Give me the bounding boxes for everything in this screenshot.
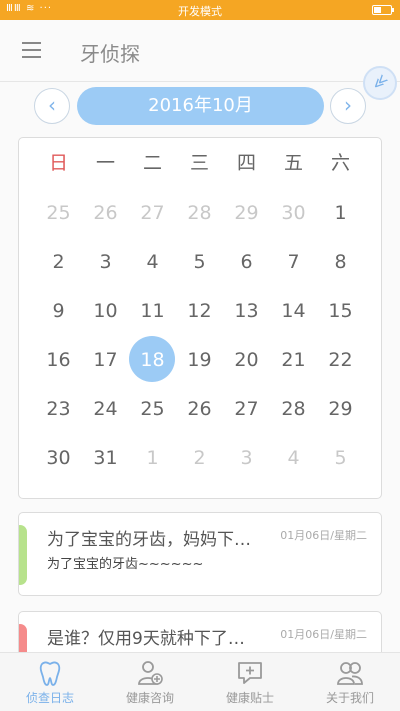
calendar-day[interactable]: 5 xyxy=(317,438,364,478)
note-date: 01月06日/星期二 xyxy=(280,529,367,542)
calendar-day[interactable]: 22 xyxy=(317,340,364,380)
calendar-day[interactable]: 11 xyxy=(129,291,176,331)
status-mode-label: 开发模式 xyxy=(178,5,222,18)
calendar-day[interactable]: 17 xyxy=(82,340,129,380)
menu-icon[interactable] xyxy=(22,42,41,58)
calendar-week: 25 26 27 28 29 30 1 xyxy=(35,193,365,233)
calendar-day[interactable]: 13 xyxy=(223,291,270,331)
calendar-day[interactable]: 31 xyxy=(82,438,129,478)
weekday-label: 四 xyxy=(236,152,256,174)
calendar-week: 16 17 18 19 20 21 22 xyxy=(35,336,365,382)
calendar-day[interactable]: 28 xyxy=(270,389,317,429)
note-title: 为了宝宝的牙齿，妈妈下… xyxy=(47,530,251,550)
calendar-week: 2 3 4 5 6 7 8 xyxy=(35,242,365,282)
calendar-day[interactable]: 4 xyxy=(129,242,176,282)
calendar-day[interactable]: 9 xyxy=(35,291,82,331)
tab-detective-log[interactable]: 侦查日志 xyxy=(0,653,100,711)
prev-month-button[interactable]: ‹ xyxy=(34,88,70,124)
page-title: 牙侦探 xyxy=(80,42,140,66)
chat-plus-icon xyxy=(238,662,262,684)
month-navigator: ‹ 2016年10月 › xyxy=(0,86,400,126)
weekday-header: 日 一 二 三 四 五 六 xyxy=(35,143,365,183)
calendar: 日 一 二 三 四 五 六 25 26 27 28 29 30 1 2 3 4 … xyxy=(18,137,382,499)
calendar-day[interactable]: 2 xyxy=(176,438,223,478)
calendar-day-selected[interactable]: 18 xyxy=(129,336,176,382)
weekday-label: 一 xyxy=(95,152,115,174)
group-icon xyxy=(337,662,363,685)
note-date: 01月06日/星期二 xyxy=(280,628,367,641)
weekday-label: 六 xyxy=(330,152,350,174)
calendar-day[interactable]: 5 xyxy=(176,242,223,282)
calendar-day[interactable]: 12 xyxy=(176,291,223,331)
calendar-day[interactable]: 30 xyxy=(35,438,82,478)
note-title: 是谁？仅用9天就种下了… xyxy=(47,629,245,649)
note-card[interactable]: 为了宝宝的牙齿，妈妈下… 01月06日/星期二 为了宝宝的牙齿~~~~~~ xyxy=(18,512,382,596)
next-month-button[interactable]: › xyxy=(330,88,366,124)
weekday-label: 日 xyxy=(48,152,68,174)
calendar-day[interactable]: 2 xyxy=(35,242,82,282)
calendar-week: 9 10 11 12 13 14 15 xyxy=(35,291,365,331)
calendar-day[interactable]: 16 xyxy=(35,340,82,380)
calendar-day[interactable]: 6 xyxy=(223,242,270,282)
calendar-day[interactable]: 25 xyxy=(129,389,176,429)
calendar-day[interactable]: 27 xyxy=(129,193,176,233)
weekday-label: 三 xyxy=(189,152,209,174)
weekday-label: 二 xyxy=(142,152,162,174)
calendar-day[interactable]: 26 xyxy=(176,389,223,429)
calendar-day[interactable]: 21 xyxy=(270,340,317,380)
calendar-day[interactable]: 4 xyxy=(270,438,317,478)
calendar-day[interactable]: 3 xyxy=(223,438,270,478)
calendar-week: 23 24 25 26 27 28 29 xyxy=(35,389,365,429)
tab-health-consult[interactable]: 健康咨询 xyxy=(100,653,200,711)
calendar-day[interactable]: 7 xyxy=(270,242,317,282)
calendar-day[interactable]: 25 xyxy=(35,193,82,233)
calendar-day[interactable]: 23 xyxy=(35,389,82,429)
calendar-day[interactable]: 24 xyxy=(82,389,129,429)
calendar-day[interactable]: 27 xyxy=(223,389,270,429)
bottom-tab-bar: 侦查日志 健康咨询 健康贴士 关于我们 xyxy=(0,652,400,711)
calendar-day[interactable]: 26 xyxy=(82,193,129,233)
tab-health-tips[interactable]: 健康贴士 xyxy=(200,653,300,711)
calendar-day[interactable]: 28 xyxy=(176,193,223,233)
calendar-day[interactable]: 3 xyxy=(82,242,129,282)
calendar-day[interactable]: 19 xyxy=(176,340,223,380)
current-month-label[interactable]: 2016年10月 xyxy=(77,87,324,125)
calendar-day[interactable]: 20 xyxy=(223,340,270,380)
calendar-day[interactable]: 10 xyxy=(82,291,129,331)
tab-label: 侦查日志 xyxy=(25,691,74,705)
calendar-day[interactable]: 29 xyxy=(223,193,270,233)
note-accent-stripe xyxy=(19,525,27,585)
calendar-week: 30 31 1 2 3 4 5 xyxy=(35,438,365,478)
calendar-day[interactable]: 14 xyxy=(270,291,317,331)
calendar-day[interactable]: 15 xyxy=(317,291,364,331)
calendar-day[interactable]: 1 xyxy=(129,438,176,478)
user-plus-icon xyxy=(138,661,163,685)
tab-label: 关于我们 xyxy=(325,691,374,705)
calendar-day[interactable]: 8 xyxy=(317,242,364,282)
status-bar: ⅢⅢ ≋ ··· 开发模式 xyxy=(0,0,400,20)
calendar-day[interactable]: 30 xyxy=(270,193,317,233)
tab-label: 健康咨询 xyxy=(125,691,174,705)
weekday-label: 五 xyxy=(283,152,303,174)
battery-icon xyxy=(372,5,394,15)
calendar-day[interactable]: 29 xyxy=(317,389,364,429)
note-subtitle: 为了宝宝的牙齿~~~~~~ xyxy=(47,557,204,572)
app-header: 牙侦探 xyxy=(0,20,400,82)
calendar-day[interactable]: 1 xyxy=(317,193,364,233)
tab-about-us[interactable]: 关于我们 xyxy=(300,653,400,711)
tooth-icon xyxy=(39,661,61,686)
tab-label: 健康贴士 xyxy=(225,691,274,705)
